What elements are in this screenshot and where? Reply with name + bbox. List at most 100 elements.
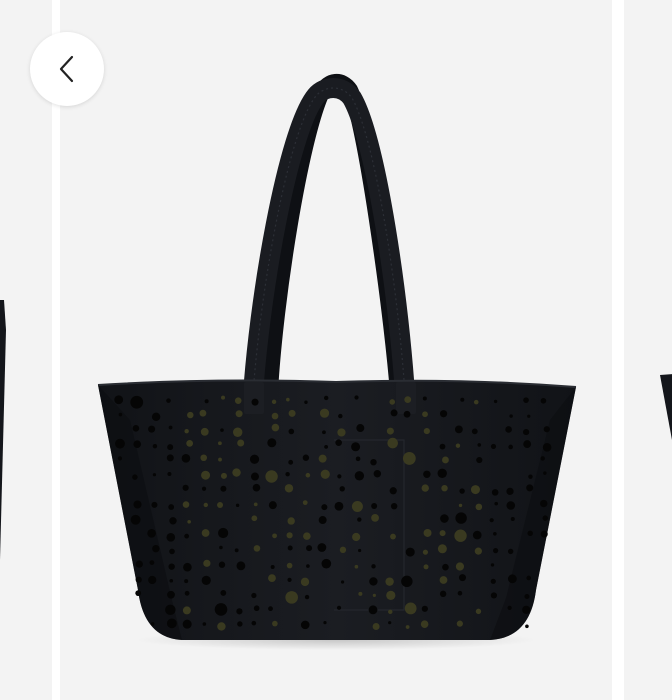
perforation-hole bbox=[472, 530, 482, 540]
perforation-hole bbox=[423, 427, 430, 435]
perforation-hole bbox=[423, 470, 431, 478]
perforation-hole bbox=[370, 458, 377, 466]
perforation-hole bbox=[168, 425, 173, 430]
perforation-hole bbox=[321, 504, 328, 511]
perforation-hole bbox=[421, 605, 428, 612]
perforation-hole bbox=[135, 576, 142, 583]
perforation-hole bbox=[150, 622, 155, 626]
perforation-hole bbox=[184, 428, 189, 434]
perforation-hole bbox=[540, 530, 548, 538]
perforation-hole bbox=[390, 533, 396, 540]
perforation-hole bbox=[323, 621, 327, 625]
perforation-hole bbox=[523, 428, 530, 436]
perforation-hole bbox=[507, 548, 514, 555]
perforation-hole bbox=[151, 501, 158, 508]
perforation-hole bbox=[300, 620, 310, 630]
perforation-hole bbox=[455, 512, 467, 524]
perforation-hole bbox=[491, 489, 499, 496]
perforation-hole bbox=[476, 456, 483, 464]
perforation-hole bbox=[493, 531, 497, 536]
perforation-hole bbox=[302, 454, 310, 461]
perforation-hole bbox=[186, 439, 194, 447]
tote-bag-image bbox=[97, 74, 577, 650]
perforation-hole bbox=[220, 485, 227, 492]
perforation-hole bbox=[339, 546, 347, 554]
perforation-hole bbox=[522, 605, 531, 614]
perforation-hole bbox=[422, 411, 428, 418]
perforation-hole bbox=[237, 621, 243, 627]
perforation-hole bbox=[287, 517, 295, 525]
perforation-hole bbox=[151, 412, 161, 422]
perforation-hole bbox=[454, 529, 467, 542]
perforation-hole bbox=[148, 575, 157, 585]
perforation-hole bbox=[540, 456, 545, 461]
perforation-hole bbox=[439, 576, 448, 584]
perforation-hole bbox=[235, 503, 240, 508]
perforation-hole bbox=[267, 438, 277, 448]
perforation-hole bbox=[460, 397, 465, 402]
perforation-hole bbox=[272, 533, 277, 539]
perforation-hole bbox=[203, 502, 209, 508]
perforation-hole bbox=[268, 501, 277, 510]
perforation-hole bbox=[132, 474, 138, 480]
perforation-hole bbox=[507, 605, 512, 610]
perforation-hole bbox=[322, 430, 326, 435]
perforation-hole bbox=[371, 564, 376, 569]
perforation-hole bbox=[251, 515, 258, 522]
perforation-hole bbox=[388, 621, 392, 625]
perforation-hole bbox=[181, 454, 191, 463]
perforation-hole bbox=[440, 514, 449, 523]
previous-slide[interactable] bbox=[0, 0, 52, 700]
chevron-left-icon bbox=[59, 55, 74, 83]
perforation-hole bbox=[130, 395, 144, 409]
perforation-hole bbox=[371, 513, 379, 522]
perforation-hole bbox=[542, 442, 552, 452]
product-image-gallery bbox=[0, 0, 672, 700]
perforation-hole bbox=[458, 503, 463, 508]
perforation-hole bbox=[220, 472, 227, 479]
perforation-hole bbox=[506, 501, 516, 510]
perforation-hole bbox=[184, 579, 189, 584]
back-button[interactable] bbox=[30, 32, 104, 106]
perforation-hole bbox=[201, 486, 207, 491]
perforation-hole bbox=[493, 399, 498, 404]
perforation-hole bbox=[351, 442, 361, 452]
perforation-hole bbox=[306, 545, 313, 552]
perforation-hole bbox=[390, 502, 398, 510]
current-slide[interactable] bbox=[60, 0, 612, 700]
perforation-hole bbox=[306, 564, 310, 568]
perforation-hole bbox=[508, 444, 513, 450]
perforation-hole bbox=[200, 454, 208, 462]
perforation-hole bbox=[232, 468, 241, 477]
perforation-hole bbox=[405, 625, 410, 629]
perforation-hole bbox=[506, 487, 514, 495]
perforation-hole bbox=[526, 575, 532, 581]
perforation-hole bbox=[167, 590, 175, 599]
perforation-hole bbox=[168, 563, 175, 570]
perforation-hole bbox=[303, 532, 311, 540]
perforation-hole bbox=[218, 561, 226, 568]
perforation-hole bbox=[474, 547, 482, 555]
perforation-hole bbox=[523, 440, 532, 448]
next-slide[interactable] bbox=[624, 0, 672, 700]
perforation-hole bbox=[265, 470, 278, 483]
perforation-hole bbox=[272, 620, 278, 627]
perforation-hole bbox=[182, 619, 192, 629]
perforation-hole bbox=[404, 396, 412, 403]
perforation-hole bbox=[507, 574, 517, 584]
perforation-hole bbox=[490, 578, 496, 584]
perforation-hole bbox=[169, 548, 175, 555]
perforation-hole bbox=[219, 545, 223, 550]
perforation-hole bbox=[268, 606, 273, 612]
perforation-hole bbox=[493, 548, 499, 554]
perforation-hole bbox=[300, 577, 310, 587]
perforation-hole bbox=[302, 500, 308, 506]
perforation-hole bbox=[169, 517, 177, 525]
perforation-hole bbox=[200, 427, 209, 436]
perforation-hole bbox=[152, 473, 157, 477]
perforation-hole bbox=[525, 624, 529, 629]
perforation-hole bbox=[475, 608, 482, 615]
perforation-hole bbox=[167, 472, 172, 477]
perforation-hole bbox=[236, 561, 246, 571]
perforation-hole bbox=[490, 443, 497, 450]
